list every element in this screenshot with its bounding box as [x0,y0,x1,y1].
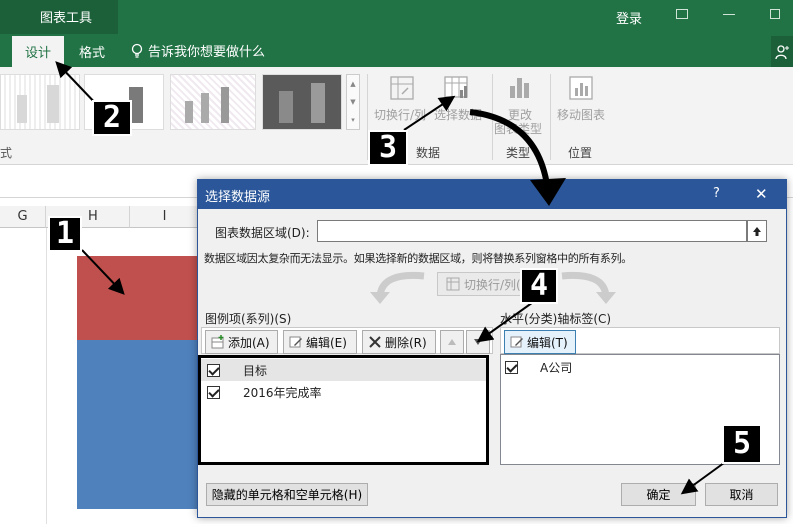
annotation-badge-2: 2 [92,100,132,136]
annotation-badge-4: 4 [520,268,558,304]
annotation-arrows [55,61,729,495]
annotation-badge-5: 5 [722,424,762,464]
annotation-badge-3: 3 [368,130,408,166]
annotation-badge-1: 1 [48,216,82,252]
